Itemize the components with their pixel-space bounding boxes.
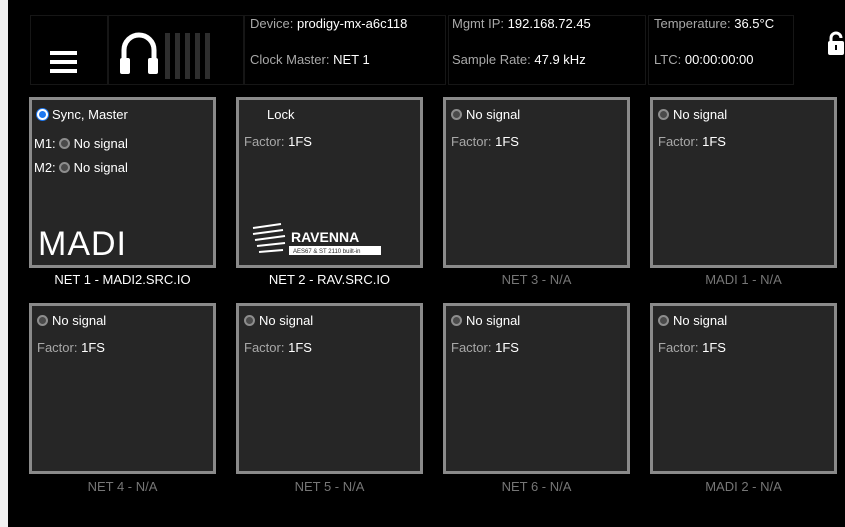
device-name: prodigy-mx-a6c118 <box>296 16 408 31</box>
ravenna-logo: RAVENNA AES67 & ST 2110 built-in <box>252 223 381 255</box>
tile-label-net-5: NET 5 - N/A <box>294 479 365 494</box>
m1-indicator <box>58 138 70 149</box>
tile-label-net-3: NET 3 - N/A <box>501 272 572 287</box>
status-indicator <box>37 315 48 326</box>
factor-info: Factor: 1FS <box>37 340 105 355</box>
status-indicator <box>658 109 669 120</box>
sample-rate: 47.9 kHz <box>534 52 586 67</box>
tile-label-net-6: NET 6 - N/A <box>501 479 572 494</box>
factor-info: Factor: 1FS <box>658 134 726 149</box>
status-text: No signal <box>673 107 728 122</box>
tile-label-madi-1: MADI 1 - N/A <box>705 272 782 287</box>
lock-icon[interactable] <box>827 30 845 56</box>
tile-status: Sync, Master <box>37 107 128 122</box>
m2-status-text: No signal <box>73 160 128 175</box>
tile-status: No signal <box>451 313 520 328</box>
svg-text:AES67 & ST 2110 built-in: AES67 & ST 2110 built-in <box>293 249 361 255</box>
status-indicator <box>451 315 462 326</box>
ltc-info: LTC: 00:00:00:00 <box>654 52 754 67</box>
svg-text:RAVENNA: RAVENNA <box>291 229 359 245</box>
factor-value: 1FS <box>495 134 519 149</box>
sample-rate-info: Sample Rate: 47.9 kHz <box>452 52 586 67</box>
mgmt-ip: 192.168.72.45 <box>507 16 591 31</box>
factor-info: Factor: 1FS <box>451 340 519 355</box>
tile-label-madi-2: MADI 2 - N/A <box>705 479 782 494</box>
status-text: No signal <box>673 313 728 328</box>
tile-status: No signal <box>658 107 727 122</box>
status-text: Lock <box>267 107 295 122</box>
tile-net-2[interactable]: Lock Factor: 1FS RAVENNA AES67 & ST 2110… <box>236 97 423 268</box>
tile-status: Lock <box>267 107 294 122</box>
tile-status: No signal <box>451 107 520 122</box>
tile-net-3[interactable]: No signal Factor: 1FS <box>443 97 630 268</box>
tile-status: No signal <box>244 313 313 328</box>
status-indicator <box>37 109 48 120</box>
tile-label-net-2: NET 2 - RAV.SRC.IO <box>268 272 391 287</box>
tile-label-net-1: NET 1 - MADI2.SRC.IO <box>54 272 191 287</box>
factor-value: 1FS <box>288 340 312 355</box>
status-text: No signal <box>466 313 521 328</box>
status-text: No signal <box>52 313 107 328</box>
tile-status: No signal <box>658 313 727 328</box>
status-text: No signal <box>466 107 521 122</box>
tile-madi-1[interactable]: No signal Factor: 1FS <box>650 97 837 268</box>
device-info: Device: prodigy-mx-a6c118 <box>250 16 408 31</box>
tile-net-1[interactable]: Sync, Master M1: No signal M2: No signal… <box>29 97 216 268</box>
m2-indicator <box>58 162 70 173</box>
status-text: No signal <box>259 313 314 328</box>
factor-value: 1FS <box>495 340 519 355</box>
clock-master: NET 1 <box>333 52 370 67</box>
hamburger-menu-icon[interactable] <box>50 51 78 75</box>
device-panel: Device: prodigy-mx-a6c118 Mgmt IP: 192.1… <box>8 0 845 527</box>
clock-master-info: Clock Master: NET 1 <box>250 52 370 67</box>
status-indicator <box>451 109 462 120</box>
m1-label: M1: <box>34 136 56 151</box>
temperature-info: Temperature: 36.5°C <box>654 16 775 31</box>
tile-status: No signal <box>37 313 106 328</box>
temperature: 36.5°C <box>734 16 775 31</box>
factor-info: Factor: 1FS <box>451 134 519 149</box>
m1-status-text: No signal <box>73 136 128 151</box>
level-meter-icon <box>165 33 211 79</box>
m2-status: M2: No signal <box>34 160 128 175</box>
tile-label-net-4: NET 4 - N/A <box>87 479 158 494</box>
factor-value: 1FS <box>702 340 726 355</box>
ltc-timecode: 00:00:00:00 <box>684 52 754 67</box>
factor-info: Factor: 1FS <box>658 340 726 355</box>
mgmt-ip-info: Mgmt IP: 192.168.72.45 <box>452 16 591 31</box>
madi-logo: MADI <box>38 225 127 263</box>
factor-value: 1FS <box>702 134 726 149</box>
tile-net-4[interactable]: No signal Factor: 1FS <box>29 303 216 474</box>
factor-info: Factor: 1FS <box>244 340 312 355</box>
status-indicator <box>658 315 669 326</box>
factor-value: 1FS <box>288 134 312 149</box>
tile-net-6[interactable]: No signal Factor: 1FS <box>443 303 630 474</box>
headphones-icon[interactable] <box>119 24 159 80</box>
status-text: Sync, Master <box>52 107 128 122</box>
tile-net-5[interactable]: No signal Factor: 1FS <box>236 303 423 474</box>
tile-madi-2[interactable]: No signal Factor: 1FS <box>650 303 837 474</box>
status-indicator <box>244 315 255 326</box>
m2-label: M2: <box>34 160 56 175</box>
factor-info: Factor: 1FS <box>244 134 312 149</box>
m1-status: M1: No signal <box>34 136 128 151</box>
factor-value: 1FS <box>81 340 105 355</box>
